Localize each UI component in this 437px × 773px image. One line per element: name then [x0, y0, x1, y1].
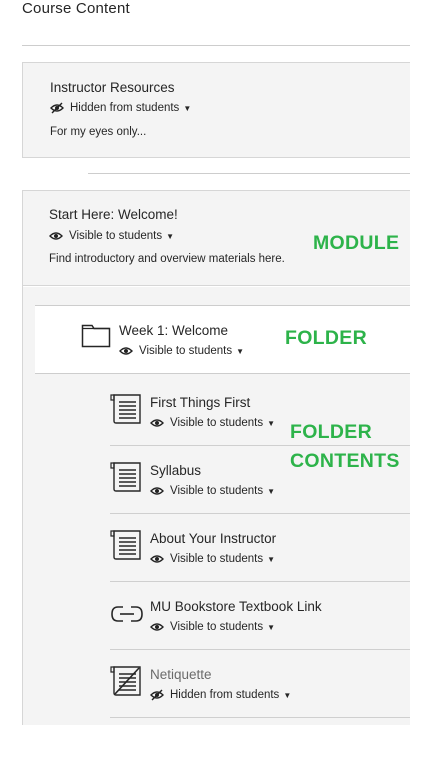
visibility-dropdown[interactable]: Visible to students ▼ [150, 417, 275, 429]
caret-down-icon: ▼ [267, 418, 276, 428]
visibility-dropdown[interactable]: Visible to students ▼ [150, 621, 275, 633]
item-title[interactable]: MU Bookstore Textbook Link [150, 599, 322, 614]
visibility-label: Hidden from students [70, 102, 180, 114]
eye-slash-icon [150, 689, 164, 701]
module-card-instructor-resources[interactable]: Instructor Resources Hidden from student… [22, 62, 410, 158]
link-icon [110, 604, 144, 629]
page-title: Course Content [22, 0, 130, 17]
module-divider [88, 173, 410, 174]
item-title[interactable]: Syllabus [150, 463, 201, 478]
module-description: For my eyes only... [50, 126, 147, 138]
eye-icon [119, 345, 133, 357]
annotation-line: CONTENTS [290, 450, 400, 472]
visibility-label: Visible to students [69, 230, 163, 242]
module-title[interactable]: Start Here: Welcome! [49, 207, 178, 222]
content-item[interactable]: About Your Instructor Visible to student… [110, 522, 410, 582]
visibility-dropdown[interactable]: Visible to students ▼ [49, 230, 174, 242]
hidden-document-icon [110, 665, 143, 702]
eye-icon [150, 621, 164, 633]
item-title[interactable]: First Things First [150, 395, 250, 410]
caret-down-icon: ▼ [183, 103, 192, 113]
eye-icon [150, 553, 164, 565]
visibility-label: Visible to students [170, 621, 264, 633]
annotation-line: FOLDER [290, 421, 372, 443]
visibility-dropdown[interactable]: Hidden from students ▼ [150, 689, 291, 701]
eye-icon [49, 230, 63, 242]
annotation-folder-contents: FOLDER CONTENTS [290, 418, 400, 476]
document-icon [110, 529, 143, 566]
content-item[interactable]: Netiquette Hidden from students ▼ [110, 658, 410, 718]
caret-down-icon: ▼ [283, 690, 292, 700]
visibility-dropdown[interactable]: Visible to students ▼ [119, 345, 244, 357]
folder-title[interactable]: Week 1: Welcome [119, 323, 228, 338]
document-icon [110, 393, 143, 430]
visibility-label: Hidden from students [170, 689, 280, 701]
module-description: Find introductory and overview materials… [49, 253, 285, 265]
module-title[interactable]: Instructor Resources [50, 80, 175, 95]
visibility-label: Visible to students [170, 553, 264, 565]
title-divider [22, 45, 410, 46]
caret-down-icon: ▼ [166, 231, 175, 241]
caret-down-icon: ▼ [267, 622, 276, 632]
document-icon [110, 461, 143, 498]
content-item[interactable]: MU Bookstore Textbook Link Visible to st… [110, 590, 410, 650]
eye-slash-icon [50, 102, 64, 114]
visibility-label: Visible to students [170, 485, 264, 497]
eye-icon [150, 485, 164, 497]
annotation-module: MODULE [313, 232, 400, 254]
caret-down-icon: ▼ [267, 554, 276, 564]
eye-icon [150, 417, 164, 429]
visibility-label: Visible to students [170, 417, 264, 429]
visibility-dropdown[interactable]: Hidden from students ▼ [50, 102, 191, 114]
item-title[interactable]: Netiquette [150, 667, 212, 682]
caret-down-icon: ▼ [267, 486, 276, 496]
caret-down-icon: ▼ [236, 346, 245, 356]
folder-icon [81, 322, 111, 353]
item-title[interactable]: About Your Instructor [150, 531, 276, 546]
visibility-dropdown[interactable]: Visible to students ▼ [150, 553, 275, 565]
annotation-folder: FOLDER [285, 327, 367, 349]
visibility-dropdown[interactable]: Visible to students ▼ [150, 485, 275, 497]
visibility-label: Visible to students [139, 345, 233, 357]
